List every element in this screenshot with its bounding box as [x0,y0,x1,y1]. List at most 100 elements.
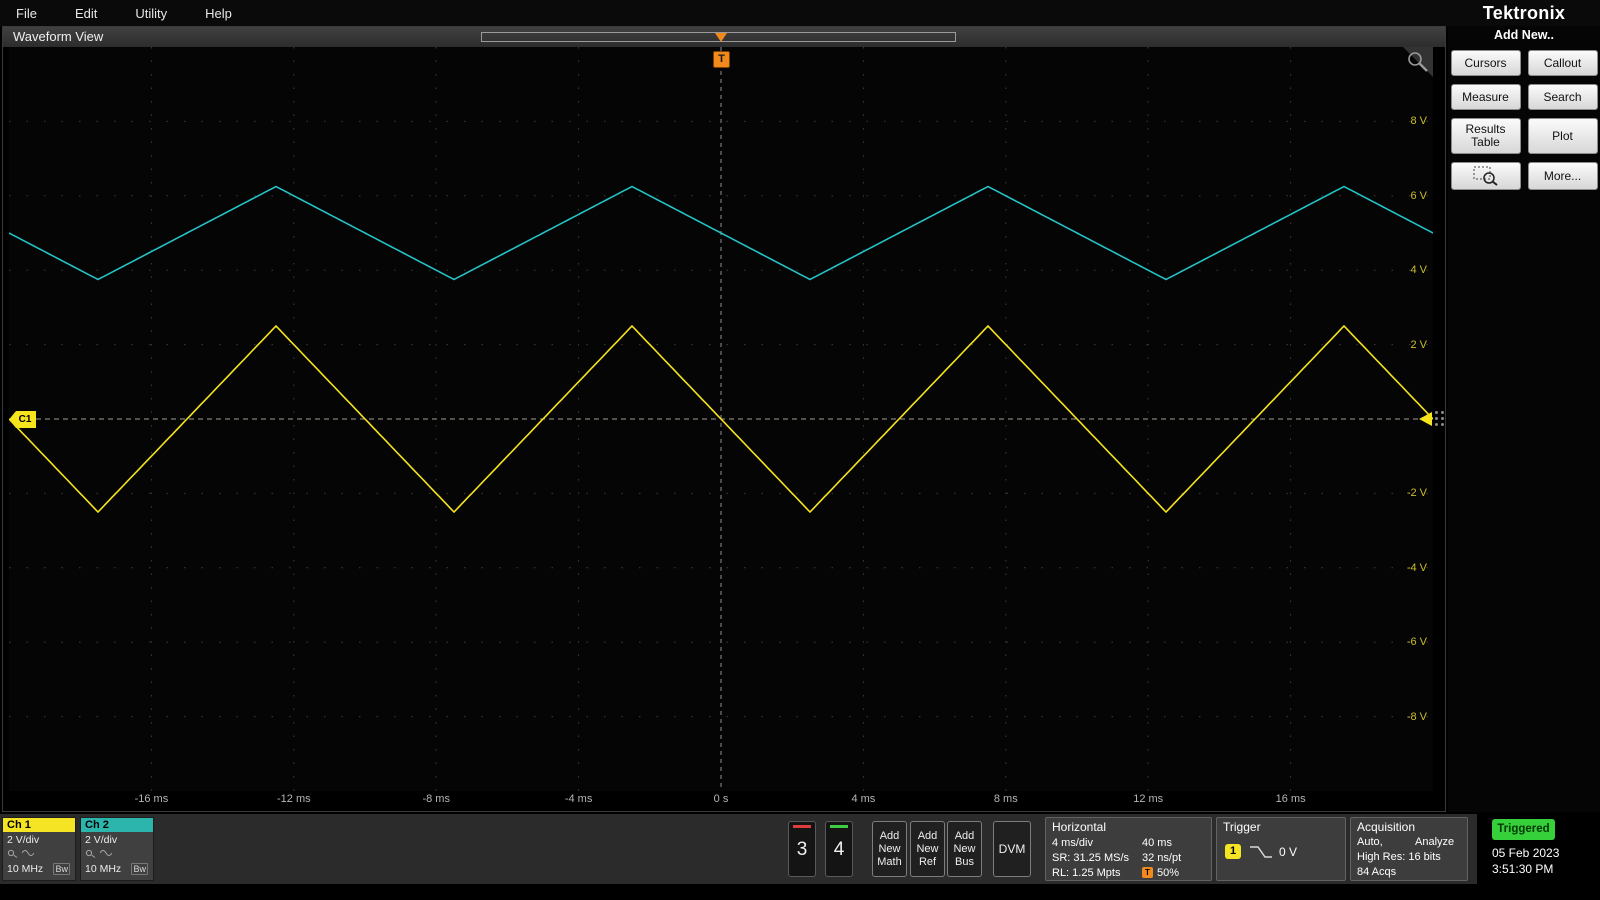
trigger-title: Trigger [1223,820,1261,834]
zoom-tool-button[interactable] [1450,162,1521,190]
horizontal-window: 40 ms [1142,837,1172,849]
ch1-bandwidth: 10 MHz [7,863,44,875]
x-tick-label: -4 ms [564,793,593,805]
add-new-math-button[interactable]: Add New Math [872,821,907,877]
horizontal-panel[interactable]: Horizontal 4 ms/div 40 ms SR: 31.25 MS/s… [1045,817,1212,881]
trigger-source-badge: 1 [1225,844,1241,859]
zoom-icon[interactable] [1406,50,1430,74]
add-btn-line: Math [877,855,902,868]
add-btn-line: New [878,842,901,855]
trigger-panel[interactable]: Trigger 1 0 V [1216,817,1346,881]
add-new-button-grid: Cursors Callout Measure Search Results T… [1448,50,1600,190]
cursors-button[interactable]: Cursors [1450,50,1521,76]
waveform-view-title: Waveform View [13,29,104,44]
ch1-bw-limit-icon: Bw [53,863,70,875]
add-btn-line: Add [879,829,900,842]
probe-icon [85,849,96,858]
menu-edit[interactable]: Edit [75,6,97,21]
menu-bar: File Edit Utility Help [0,0,1600,26]
oscilloscope-app: File Edit Utility Help Tektronix Wavefor… [0,0,1600,900]
waveform-canvas[interactable] [9,47,1433,791]
right-sidebar: Add New.. Cursors Callout Measure Search… [1448,26,1600,812]
coupling-icon [100,850,112,856]
ch3-button[interactable]: 3 [788,821,816,877]
horizontal-scale: 4 ms/div [1052,837,1093,849]
bottom-bar: Ch 1 2 V/div 10 MHz Bw Ch 2 2 V/div 10 M… [0,814,1600,884]
ch1-icon-row [7,848,34,858]
ch2-badge[interactable]: Ch 2 2 V/div 10 MHz Bw [80,817,154,881]
acquisition-detail: High Res: 16 bits [1357,851,1441,863]
add-new-bus-button[interactable]: Add New Bus [947,821,982,877]
falling-edge-icon [1250,846,1272,858]
trigger-position-icon: T [1142,867,1153,878]
results-table-button[interactable]: Results Table [1450,118,1521,154]
horizontal-resolution: 32 ns/pt [1142,852,1182,864]
system-time: 3:51:30 PM [1492,862,1554,876]
waveform-view-panel: Waveform View 8 V6 V4 V2 V -2 V -4 V -6 V -8… [2,26,1446,812]
dvm-button[interactable]: DVM [993,821,1031,877]
x-tick-label: 4 ms [851,793,876,805]
x-tick-label: 16 ms [1275,793,1306,805]
acquisition-title: Acquisition [1357,820,1416,834]
ch1-header: Ch 1 [3,818,75,832]
acquisition-mode: Auto, [1357,836,1383,848]
x-tick-label: -12 ms [276,793,311,805]
trigger-level-arrow[interactable] [1419,412,1432,426]
ch2-icon-row [85,848,112,858]
acquisition-panel[interactable]: Acquisition Auto, Analyze High Res: 16 b… [1350,817,1468,881]
x-tick-label: 0 s [713,793,729,805]
menu-help[interactable]: Help [205,6,232,21]
horizontal-position: 50% [1157,867,1180,879]
horizontal-title: Horizontal [1052,820,1107,834]
add-new-title: Add New.. [1494,28,1554,42]
add-btn-line: New [916,842,939,855]
panel-grip-handle[interactable] [1435,405,1444,431]
trigger-status-badge: Triggered [1492,819,1555,840]
dvm-label: DVM [998,842,1026,856]
add-btn-line: Add [917,829,938,842]
acquisition-analyze: Analyze [1415,836,1455,848]
trigger-position-marker-icon[interactable] [715,33,727,42]
zoom-box-icon [1473,166,1498,186]
measure-button[interactable]: Measure [1450,84,1521,110]
ch1-badge[interactable]: Ch 1 2 V/div 10 MHz Bw [2,817,76,881]
x-tick-label: 12 ms [1133,793,1164,805]
probe-icon [7,849,18,858]
acquisition-overview-bar[interactable] [481,32,956,42]
ch3-label: 3 [796,839,808,860]
x-tick-label: 8 ms [993,793,1018,805]
acquisition-count: 84 Acqs [1357,866,1397,878]
waveform-view-header: Waveform View [3,27,1445,47]
add-btn-line: New [953,842,976,855]
ch2-bw-limit-icon: Bw [131,863,148,875]
add-btn-line: Ref [918,855,937,868]
graticule[interactable]: 8 V6 V4 V2 V -2 V -4 V -6 V -8 V T C1 [9,47,1433,791]
search-button[interactable]: Search [1527,84,1598,110]
ch2-bandwidth: 10 MHz [85,863,122,875]
ch1-scale: 2 V/div [7,834,40,846]
coupling-icon [22,850,34,856]
horizontal-record-length: RL: 1.25 Mpts [1052,867,1121,879]
menu-file[interactable]: File [16,6,37,21]
ch3-color-bar [793,825,811,828]
ch4-button[interactable]: 4 [825,821,853,877]
ch4-label: 4 [833,839,845,860]
system-date: 05 Feb 2023 [1492,846,1560,860]
more-button[interactable]: More... [1527,162,1598,190]
ch2-header: Ch 2 [81,818,153,832]
plot-button[interactable]: Plot [1527,118,1598,154]
menu-utility[interactable]: Utility [135,6,167,21]
trigger-indicator-flag[interactable]: T [713,51,730,68]
add-new-ref-button[interactable]: Add New Ref [910,821,945,877]
ch4-color-bar [830,825,848,828]
ch2-scale: 2 V/div [85,834,118,846]
trigger-level-value: 0 V [1279,845,1298,859]
horizontal-sample-rate: SR: 31.25 MS/s [1052,852,1130,864]
tektronix-logo: Tektronix [1482,2,1566,23]
add-btn-line: Add [954,829,975,842]
add-btn-line: Bus [955,855,974,868]
x-tick-label: -8 ms [422,793,450,805]
callout-button[interactable]: Callout [1527,50,1598,76]
x-tick-label: -16 ms [134,793,169,805]
x-axis-labels: -16 ms -12 ms -8 ms -4 ms 0 s 4 ms 8 ms 12 ms 16… [9,793,1433,809]
